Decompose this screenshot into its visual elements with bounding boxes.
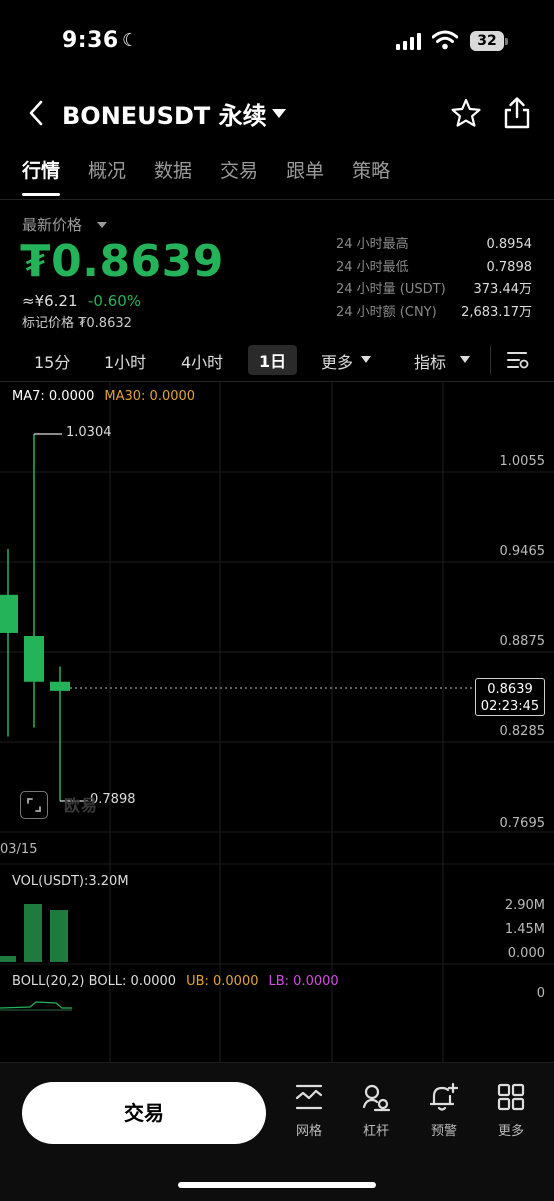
- more-button[interactable]: 更多: [486, 1082, 536, 1139]
- page-title[interactable]: BONEUSDT 永续: [62, 96, 267, 131]
- back-arrow-icon[interactable]: [26, 98, 46, 128]
- alert-label: 预警: [430, 1124, 457, 1139]
- y-axis-label: 0.9465: [499, 544, 546, 559]
- indicators-button[interactable]: 指标: [414, 349, 446, 373]
- stat-24h-high: 24 小时最高 0.8954: [336, 237, 532, 252]
- leverage-label: 杠杆: [362, 1124, 389, 1139]
- volume-bar: [50, 910, 68, 962]
- chart-grid: [0, 382, 554, 1062]
- boll-lb: LB: 0.0000: [268, 974, 339, 989]
- y-axis-label: 0.7695: [499, 816, 546, 831]
- moon-icon: ☾: [122, 30, 139, 51]
- y-axis-label: 0.8875: [499, 634, 546, 649]
- boll-y-label: 0: [536, 986, 545, 1001]
- candle-body: [24, 635, 44, 682]
- latest-price-label[interactable]: 最新价格: [22, 214, 82, 235]
- candle-countdown: 02:23:45: [480, 699, 540, 714]
- tab-trade[interactable]: 交易: [220, 156, 258, 196]
- watermark: 欧易: [64, 796, 99, 815]
- ma-legend: MA7: 0.0000 MA30: 0.0000: [12, 389, 195, 404]
- candle-body: [0, 594, 18, 633]
- caret-down-icon[interactable]: [97, 222, 107, 228]
- volume-y-label: 0.000: [507, 946, 545, 961]
- leverage-icon: [362, 1084, 391, 1112]
- latest-price: ₮0.8639: [20, 236, 224, 287]
- volume-legend: VOL(USDT):3.20M: [12, 874, 129, 889]
- star-icon[interactable]: [450, 98, 482, 128]
- volume-bar: [0, 956, 16, 962]
- more-label: 更多: [497, 1124, 524, 1139]
- stats-panel: 24 小时最高 0.8954 24 小时最低 0.7898 24 小时量 (USDT…: [336, 234, 532, 324]
- main-tabs: 行情 概况 数据 交易 跟单 策略: [22, 156, 418, 196]
- alert-button[interactable]: 预警: [419, 1082, 469, 1139]
- boll-params: BOLL(20,2): [12, 974, 85, 989]
- signal-icon: [396, 32, 422, 50]
- home-indicator: [178, 1182, 376, 1188]
- tabs-divider: [0, 199, 554, 200]
- interval-more[interactable]: 更多: [321, 349, 353, 373]
- y-axis-label: 0.8285: [499, 724, 546, 739]
- chart-extras: [0, 433, 475, 1011]
- status-bar: 9:36 ☾ 32: [0, 28, 554, 56]
- current-price-value: 0.8639: [487, 682, 533, 697]
- candle-body: [50, 681, 70, 691]
- boll-value: BOLL: 0.0000: [88, 974, 177, 989]
- volume-bar: [24, 904, 42, 962]
- interval-4h[interactable]: 4小时: [181, 349, 223, 373]
- boll-legend: BOLL(20,2) BOLL: 0.0000 UB: 0.0000 LB: 0.0…: [12, 974, 339, 989]
- boll-ub: UB: 0.0000: [186, 974, 259, 989]
- trade-button[interactable]: 交易: [22, 1082, 266, 1144]
- volume-y-label: 1.45M: [504, 922, 545, 937]
- interval-1d[interactable]: 1日: [248, 345, 298, 375]
- leverage-button[interactable]: 杠杆: [351, 1082, 401, 1139]
- caret-down-icon[interactable]: [272, 109, 286, 118]
- interval-1h[interactable]: 1小时: [104, 349, 146, 373]
- cny-price: ≈¥6.21: [22, 292, 78, 310]
- tab-market[interactable]: 行情: [22, 156, 61, 196]
- ma7-value: MA7: 0.0000: [12, 389, 95, 404]
- current-price-tag: 0.8639 02:23:45: [475, 678, 545, 716]
- high-price-label: 1.0304: [66, 425, 112, 440]
- stat-24h-turnover: 24 小时额 (CNY) 2,683.17万: [336, 304, 532, 320]
- tab-data[interactable]: 数据: [154, 156, 192, 196]
- boll-line: [0, 1001, 72, 1009]
- share-icon[interactable]: [503, 96, 531, 130]
- grid-label: 网格: [295, 1124, 322, 1139]
- candlestick-chart[interactable]: [0, 382, 554, 1062]
- tab-strategy[interactable]: 策略: [352, 156, 390, 196]
- tab-copy-trading[interactable]: 跟单: [286, 156, 324, 196]
- more-grid-icon: [497, 1083, 525, 1111]
- stat-24h-low: 24 小时最低 0.7898: [336, 259, 532, 275]
- candles: [0, 434, 70, 802]
- volume-bars: [0, 904, 68, 962]
- grid-button[interactable]: 网格: [284, 1082, 334, 1139]
- y-axis-label: 1.0055: [499, 454, 546, 469]
- chart-settings-icon[interactable]: [506, 350, 530, 370]
- battery-tip: [505, 38, 508, 45]
- stat-24h-volume: 24 小时量 (USDT) 373.44万: [336, 282, 532, 297]
- ma30-value: MA30: 0.0000: [104, 389, 196, 404]
- grid-trading-icon: [295, 1084, 323, 1110]
- volume-y-label: 2.90M: [504, 898, 545, 913]
- tab-overview[interactable]: 概况: [88, 156, 126, 196]
- alert-bell-icon: [429, 1082, 459, 1111]
- interval-15m[interactable]: 15分: [34, 349, 70, 373]
- fullscreen-icon[interactable]: [20, 791, 48, 819]
- status-time: 9:36: [62, 28, 119, 53]
- interval-bar: 15分 1小时 4小时 1日 更多 指标: [0, 340, 554, 380]
- wifi-icon: [432, 30, 458, 50]
- caret-down-icon[interactable]: [361, 356, 371, 363]
- mark-price: 标记价格 ₮0.8632: [22, 316, 132, 331]
- battery-icon: 32: [470, 31, 504, 51]
- price-change: -0.60%: [88, 292, 142, 310]
- interval-separator: [490, 346, 491, 374]
- caret-down-icon[interactable]: [460, 356, 470, 363]
- x-axis-date: 03/15: [0, 842, 38, 857]
